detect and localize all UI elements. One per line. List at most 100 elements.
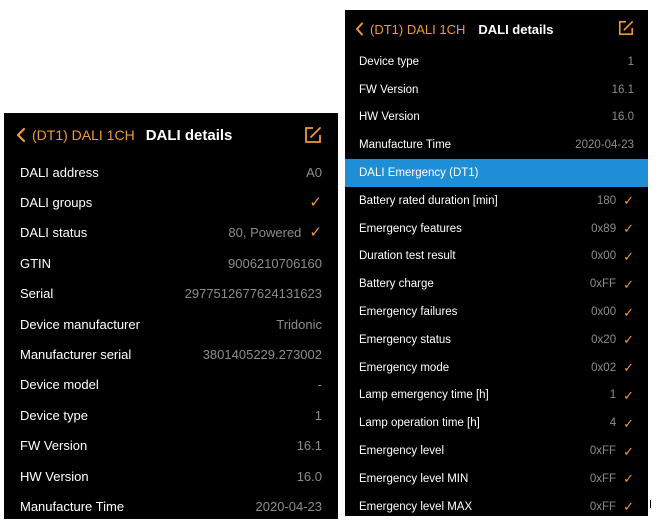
row-value-group: 0x00 ✓ [591, 306, 634, 319]
row-value-group: 0xFF ✓ [590, 500, 634, 513]
row-value: 16.0 [611, 111, 634, 124]
checkmark-icon: ✓ [623, 332, 634, 348]
row-label: Device manufacturer [20, 316, 140, 332]
dali-details-screen-left: (DT1) DALI 1CH DALI details DALI address… [4, 113, 338, 519]
row-hw-version[interactable]: HW Version 16.0 [4, 461, 338, 491]
row-value-group: 80, Powered ✓ [228, 225, 322, 240]
checkmark-icon: ✓ [623, 387, 634, 403]
row-label: FW Version [20, 438, 88, 454]
row-value: 1 [627, 55, 634, 68]
row-value: 0xFF [589, 472, 617, 485]
row-device-model[interactable]: Device model - [4, 370, 338, 400]
row-device-type[interactable]: Device type 1 [4, 400, 338, 430]
row-value-group: - [318, 377, 322, 392]
row-emergency-status[interactable]: Emergency status 0x20 ✓ [345, 326, 648, 354]
row-lamp-emergency-time-h[interactable]: Lamp emergency time [h] 1 ✓ [345, 382, 648, 410]
row-battery-rated-duration-min[interactable]: Battery rated duration [min] 180 ✓ [345, 187, 648, 215]
row-value-group: ✓ [301, 195, 322, 210]
row-value-group: 0xFF ✓ [590, 445, 634, 458]
row-value-group: 2020-04-23 [256, 499, 323, 514]
row-battery-charge[interactable]: Battery charge 0xFF ✓ [345, 270, 648, 298]
row-value: 2020-04-23 [575, 139, 634, 152]
row-value: 0x00 [591, 306, 617, 319]
checkmark-icon: ✓ [309, 224, 322, 242]
row-value-group: 9006210706160 [228, 256, 322, 271]
row-value: 4 [609, 417, 617, 430]
row-label: Battery rated duration [min] [359, 194, 498, 207]
row-value-group: 1 ✓ [610, 389, 634, 402]
row-label: Duration test result [359, 250, 456, 263]
row-label: DALI address [20, 164, 99, 180]
chevron-left-icon [16, 127, 26, 143]
row-value: 0x89 [591, 222, 617, 235]
row-label: GTIN [20, 255, 52, 271]
row-device-type[interactable]: Device type 1 [345, 48, 648, 76]
checkmark-icon: ✓ [309, 194, 322, 212]
row-emergency-failures[interactable]: Emergency failures 0x00 ✓ [345, 298, 648, 326]
row-manufacturer-serial[interactable]: Manufacturer serial 3801405229.273002 [4, 339, 338, 369]
row-label: FW Version [359, 83, 419, 96]
row-value: 80, Powered [228, 225, 302, 241]
checkmark-icon: ✓ [623, 415, 634, 431]
row-label: DALI groups [20, 195, 93, 211]
detail-list: Device type 1 FW Version 16.1 HW Version 16.0… [345, 48, 648, 159]
row-value-group: 16.1 [612, 84, 634, 96]
emergency-list: Battery rated duration [min] 180 ✓ Emergenc… [345, 187, 648, 516]
row-value-group: 0x20 ✓ [591, 333, 634, 346]
row-fw-version[interactable]: FW Version 16.1 [345, 76, 648, 104]
row-manufacture-time[interactable]: Manufacture Time 2020-04-23 [4, 491, 338, 519]
back-label: (DT1) DALI 1CH [32, 127, 135, 143]
row-duration-test-result[interactable]: Duration test result 0x00 ✓ [345, 243, 648, 271]
row-value: 9006210706160 [228, 255, 322, 271]
chevron-left-icon [356, 22, 363, 36]
row-device-manufacturer[interactable]: Device manufacturer Tridonic [4, 309, 338, 339]
row-serial[interactable]: Serial 2977512677624131623 [4, 279, 338, 309]
row-fw-version[interactable]: FW Version 16.1 [4, 431, 338, 461]
checkmark-icon: ✓ [623, 221, 634, 237]
row-emergency-mode[interactable]: Emergency mode 0x02 ✓ [345, 354, 648, 382]
row-value-group: 3801405229.273002 [203, 347, 322, 362]
row-label: DALI status [20, 225, 88, 241]
row-emergency-level-max[interactable]: Emergency level MAX 0xFF ✓ [345, 493, 648, 516]
row-dali-address[interactable]: DALI address A0 [4, 157, 338, 187]
row-value-group: 0x00 ✓ [591, 250, 634, 263]
checkmark-icon: ✓ [623, 360, 634, 376]
row-manufacture-time[interactable]: Manufacture Time 2020-04-23 [345, 131, 648, 159]
row-label: Emergency mode [359, 361, 450, 374]
row-dali-status[interactable]: DALI status 80, Powered ✓ [4, 218, 338, 248]
row-label: Emergency level [359, 445, 445, 458]
row-value: - [317, 377, 322, 393]
back-button[interactable]: (DT1) DALI 1CH [355, 22, 465, 37]
row-label: Manufacture Time [359, 139, 452, 152]
row-value: 16.0 [296, 468, 322, 484]
row-emergency-level-min[interactable]: Emergency level MIN 0xFF ✓ [345, 465, 648, 493]
row-label: HW Version [20, 468, 89, 484]
row-hw-version[interactable]: HW Version 16.0 [345, 104, 648, 132]
detail-list: DALI address A0 DALI groups ✓ DALI status 80,… [4, 157, 338, 519]
row-value-group: Tridonic [276, 317, 322, 332]
checkmark-icon: ✓ [623, 248, 634, 264]
row-value-group: 0x02 ✓ [591, 361, 634, 374]
row-value: 0xFF [589, 445, 617, 458]
row-label: HW Version [359, 111, 420, 124]
row-value: 0xFF [589, 278, 617, 291]
row-value-group: 2977512677624131623 [185, 286, 322, 301]
row-emergency-level[interactable]: Emergency level 0xFF ✓ [345, 437, 648, 465]
row-gtin[interactable]: GTIN 9006210706160 [4, 248, 338, 278]
edit-button[interactable] [304, 126, 322, 149]
back-button[interactable]: (DT1) DALI 1CH [16, 127, 135, 143]
row-value: 2020-04-23 [255, 498, 323, 514]
row-value: 1 [314, 407, 322, 423]
row-emergency-features[interactable]: Emergency features 0x89 ✓ [345, 215, 648, 243]
row-value: 0x00 [591, 250, 617, 263]
edit-button[interactable] [618, 20, 634, 41]
row-value: 0x02 [591, 361, 617, 374]
row-value-group: 0xFF ✓ [590, 278, 634, 291]
section-header-dali-emergency: DALI Emergency (DT1) [345, 159, 648, 187]
row-label: Device type [359, 55, 420, 68]
row-value-group: 0x89 ✓ [591, 222, 634, 235]
row-value-group: 4 ✓ [610, 417, 634, 430]
row-dali-groups[interactable]: DALI groups ✓ [4, 187, 338, 217]
row-value-group: 1 [628, 56, 634, 68]
row-lamp-operation-time-h[interactable]: Lamp operation time [h] 4 ✓ [345, 409, 648, 437]
